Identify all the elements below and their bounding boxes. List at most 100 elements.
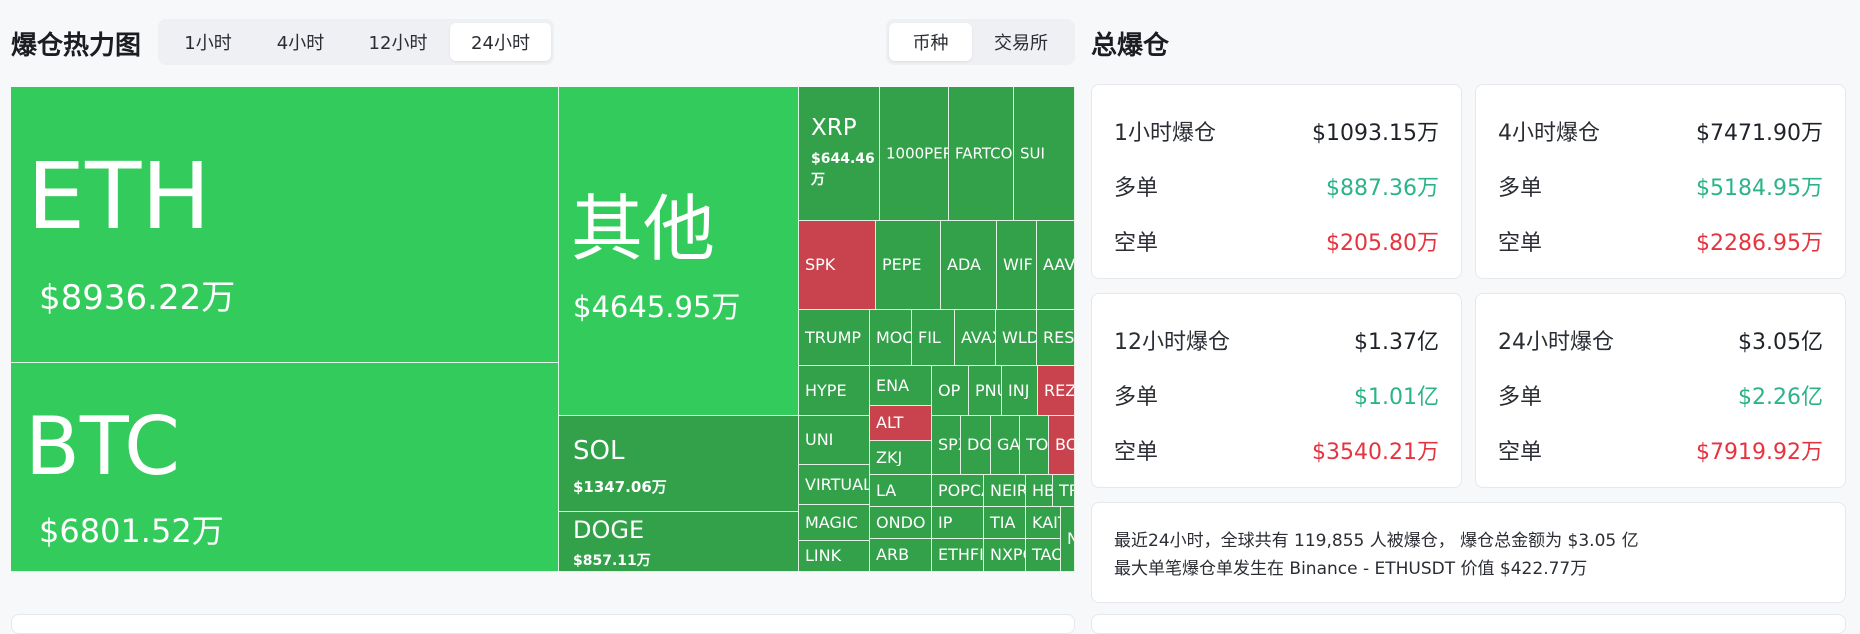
treemap-tile-neiro[interactable]: NEIRO — [984, 475, 1026, 507]
treemap-tile-gala[interactable]: GALA — [991, 416, 1020, 475]
treemap-tile-fil[interactable]: FIL — [912, 310, 955, 366]
tab-12h[interactable]: 12小时 — [346, 23, 450, 61]
treemap-tile-fartcoin[interactable]: FARTCOIN — [949, 87, 1014, 221]
treemap-symbol: VIRTUAL — [805, 476, 869, 493]
treemap-symbol: INJ — [1008, 382, 1030, 399]
treemap-symbol: ZKJ — [876, 449, 903, 466]
card-12h-total: $1.37亿 — [1354, 330, 1439, 355]
treemap-symbol: GALA — [997, 437, 1019, 453]
treemap-tile-moodeng[interactable]: MOODENG — [870, 310, 912, 366]
treemap-tile-ada[interactable]: ADA — [941, 221, 997, 310]
treemap-tile-magic[interactable]: MAGIC — [799, 505, 870, 541]
treemap-tile-la[interactable]: LA — [870, 475, 932, 507]
treemap-tile-pnut[interactable]: PNUT — [969, 366, 1002, 416]
treemap-tile-eth[interactable]: ETH $8936.22万 — [11, 87, 559, 363]
treemap-tile-tia[interactable]: TIA — [984, 507, 1026, 539]
treemap-symbol: WLD — [1002, 329, 1036, 346]
treemap-tile-其他[interactable]: 其他 $4645.95万 — [559, 87, 799, 416]
card-1h-long: $887.36万 — [1326, 176, 1439, 201]
tab-coin[interactable]: 币种 — [889, 23, 972, 61]
treemap-tile-avax[interactable]: AVAX — [955, 310, 996, 366]
treemap-symbol: ALT — [876, 415, 904, 431]
total-title: 总爆仓 — [1091, 31, 1170, 61]
treemap-tile-btc[interactable]: BTC $6801.52万 — [11, 363, 559, 572]
treemap-tile-arb[interactable]: ARB — [870, 539, 932, 572]
treemap-symbol: PNUT — [975, 382, 1001, 399]
treemap-tile-link[interactable]: LINK — [799, 541, 870, 572]
time-range-tabs: 1小时 4小时 12小时 24小时 — [158, 19, 554, 65]
treemap-symbol: SUI — [1020, 146, 1045, 161]
tab-1h[interactable]: 1小时 — [161, 23, 255, 61]
treemap-tile-hbar[interactable]: HBAR — [1026, 475, 1053, 507]
summary-line-1: 最近24小时，全球共有 119,855 人被爆仓， 爆仓总金额为 $3.05 亿 — [1114, 531, 1639, 551]
treemap-tile-wif[interactable]: WIF — [997, 221, 1037, 310]
treemap-tile-trx[interactable]: TRX — [1053, 475, 1075, 507]
treemap-tile-resolv[interactable]: RESOLV — [1037, 310, 1075, 366]
tab-exchange[interactable]: 交易所 — [972, 23, 1070, 61]
treemap-tile-ton[interactable]: TON — [1020, 416, 1049, 475]
treemap-tile-ondo[interactable]: ONDO — [870, 507, 932, 539]
treemap-tile-uni[interactable]: UNI — [799, 416, 870, 465]
treemap-tile-alt[interactable]: ALT — [870, 406, 932, 441]
treemap-tile-rez[interactable]: REZ — [1038, 366, 1075, 416]
treemap-symbol: RESOLV — [1043, 329, 1074, 346]
tab-24h[interactable]: 24小时 — [450, 23, 551, 61]
treemap-tile-aave[interactable]: AAVE — [1037, 221, 1075, 310]
treemap-symbol: SPX — [938, 437, 960, 453]
treemap-symbol: PEPE — [882, 257, 922, 273]
treemap-symbol: 1000PEPE — [886, 146, 948, 161]
treemap-symbol: MOODENG — [876, 329, 911, 346]
treemap-tile-trump[interactable]: TRUMP — [799, 310, 870, 366]
treemap-symbol: ADA — [947, 257, 981, 273]
treemap-symbol: TRX — [1059, 482, 1074, 499]
treemap-tile-hype[interactable]: HYPE — [799, 366, 870, 416]
treemap-tile-sui[interactable]: SUI — [1014, 87, 1075, 221]
treemap-symbol: NXPC — [990, 547, 1025, 563]
treemap-tile-sol[interactable]: SOL $1347.06万 — [559, 416, 799, 512]
treemap-tile-doge[interactable]: DOGE $857.11万 — [559, 512, 799, 572]
treemap-tile-spx[interactable]: SPX — [932, 416, 961, 475]
treemap-tile-xrp[interactable]: XRP $644.46万 — [799, 87, 880, 221]
lower-panel-left — [11, 614, 1075, 634]
treemap-tile-tao[interactable]: TAO — [1026, 539, 1061, 572]
treemap-tile-bonk[interactable]: BONK — [1049, 416, 1075, 475]
card-24h-short: $7919.92万 — [1696, 440, 1823, 465]
treemap-symbol: REZ — [1044, 382, 1074, 399]
summary-box: 最近24小时，全球共有 119,855 人被爆仓， 爆仓总金额为 $3.05 亿… — [1091, 502, 1846, 603]
card-24h-long: $2.26亿 — [1738, 385, 1823, 410]
treemap-tile-dot[interactable]: DOT — [961, 416, 991, 475]
treemap-tile-inj[interactable]: INJ — [1002, 366, 1038, 416]
treemap-tile-kaito[interactable]: KAITO — [1026, 507, 1061, 539]
treemap-tile-1000pepe[interactable]: 1000PEPE — [880, 87, 949, 221]
treemap-amount: $1347.06万 — [573, 478, 667, 496]
treemap-symbol: LA — [876, 482, 897, 499]
treemap-tile-virtual[interactable]: VIRTUAL — [799, 465, 870, 505]
treemap-symbol: POPCAT — [938, 482, 983, 499]
treemap-tile-spk[interactable]: SPK — [799, 221, 876, 310]
tab-4h[interactable]: 4小时 — [255, 23, 346, 61]
card-1h: 1小时爆仓 $1093.15万 多单 $887.36万 空单 $205.80万 — [1091, 84, 1462, 279]
card-12h-short-label: 空单 — [1114, 440, 1159, 465]
treemap-symbol: FARTCOIN — [955, 146, 1013, 161]
treemap-tile-wld[interactable]: WLD — [996, 310, 1037, 366]
heatmap-title: 爆仓热力图 — [11, 31, 142, 61]
treemap-symbol: ENA — [876, 377, 910, 394]
treemap-symbol: HYPE — [805, 382, 847, 399]
treemap-tile-near[interactable]: NEAR — [1061, 507, 1075, 572]
treemap-symbol: KAITO — [1032, 514, 1060, 531]
card-4h-long-label: 多单 — [1498, 176, 1543, 201]
treemap-symbol: TIA — [990, 514, 1016, 531]
treemap-symbol: ETHFI — [938, 547, 983, 563]
treemap-tile-pepe[interactable]: PEPE — [876, 221, 941, 310]
treemap-symbol: OP — [938, 382, 961, 399]
treemap-tile-op[interactable]: OP — [932, 366, 969, 416]
treemap-tile-ip[interactable]: IP — [932, 507, 984, 539]
treemap-symbol: BTC — [25, 400, 180, 493]
treemap-tile-nxpc[interactable]: NXPC — [984, 539, 1026, 572]
treemap-symbol: DOT — [967, 437, 990, 453]
treemap-symbol: NEAR — [1061, 531, 1074, 547]
treemap-tile-popcat[interactable]: POPCAT — [932, 475, 984, 507]
treemap-tile-ethfi[interactable]: ETHFI — [932, 539, 984, 572]
treemap-tile-ena[interactable]: ENA — [870, 366, 932, 406]
treemap-tile-zkj[interactable]: ZKJ — [870, 441, 932, 475]
